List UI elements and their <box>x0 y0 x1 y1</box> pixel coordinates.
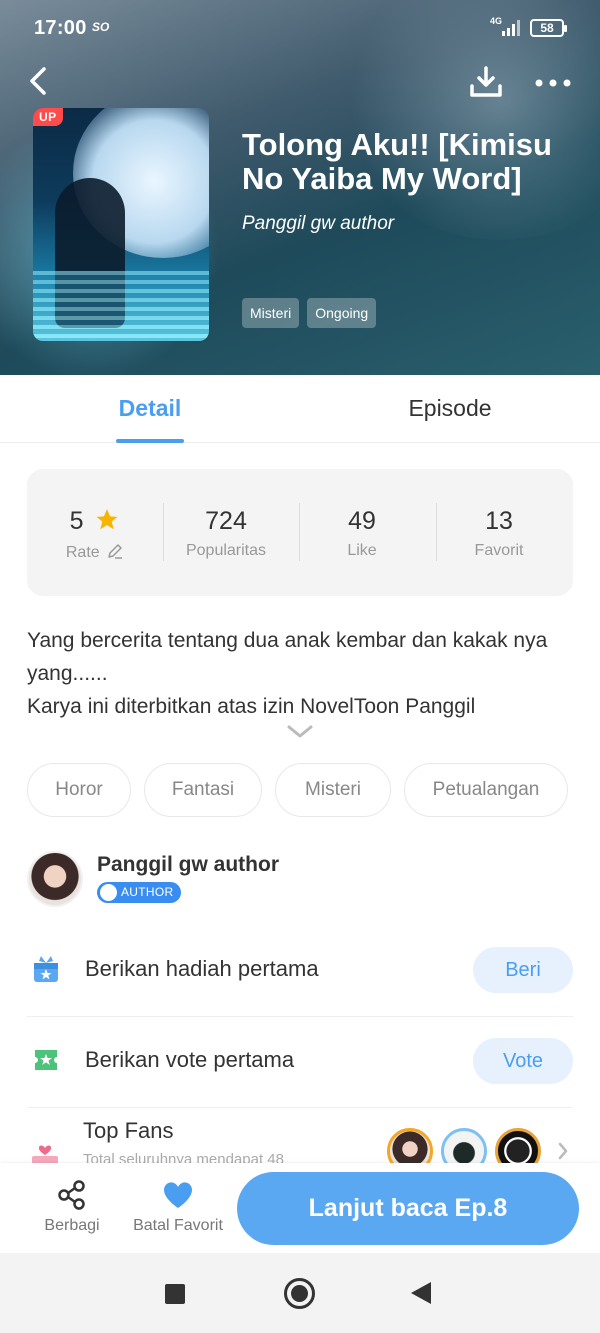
book-title: Tolong Aku!! [Kimisu No Yaiba My Word] <box>242 127 552 196</box>
genre-chips: Misteri Ongoing <box>242 298 377 328</box>
fans-heart-icon <box>32 1145 58 1166</box>
stat-rate-label-row: Rate <box>27 542 163 562</box>
heart-icon <box>164 1182 192 1208</box>
stat-popularity-value: 724 <box>205 507 247 535</box>
home-icon[interactable] <box>284 1278 315 1309</box>
vote-row: Berikan vote pertama Vote <box>27 1017 573 1107</box>
gift-row: Berikan hadiah pertama Beri <box>27 926 573 1016</box>
battery-icon: 58 <box>530 19 567 37</box>
author-badge-icon <box>100 884 117 901</box>
expand-chevron-icon[interactable] <box>286 723 314 741</box>
tag-chip[interactable]: Horor <box>27 763 131 817</box>
stat-rate-label: Rate <box>65 544 100 561</box>
system-back-icon[interactable] <box>411 1282 431 1304</box>
edit-pencil-icon[interactable] <box>106 542 124 560</box>
divider <box>27 1107 573 1108</box>
tab-detail[interactable]: Detail <box>100 375 200 443</box>
continue-reading-button[interactable]: Lanjut baca Ep.8 <box>237 1172 579 1245</box>
system-nav-bar <box>0 1253 600 1333</box>
tag-chip[interactable]: Fantasi <box>144 763 262 817</box>
vote-ticket-icon <box>35 1050 57 1070</box>
tag-chip[interactable]: Misteri <box>275 763 391 817</box>
book-header: 17:00 SO 4G 58 UP Tolong Aku!! [Kimisu N… <box>0 0 600 375</box>
vote-text: Berikan vote pertama <box>85 1047 295 1072</box>
unfavorite-label: Batal Favorit <box>133 1217 223 1234</box>
tag-chip[interactable]: Petualangan <box>404 763 568 817</box>
cover-art-water <box>33 271 209 341</box>
stat-like-label: Like <box>347 542 377 559</box>
share-icon <box>58 1180 85 1210</box>
star-icon <box>97 509 118 530</box>
unfavorite-button[interactable]: Batal Favorit <box>128 1163 228 1253</box>
author-avatar[interactable] <box>27 851 83 907</box>
stat-favorite-value: 13 <box>485 507 513 535</box>
recent-apps-icon[interactable] <box>165 1284 185 1304</box>
give-gift-button[interactable]: Beri <box>473 947 573 993</box>
stat-popularity: 724 Popularitas <box>158 469 294 596</box>
stat-popularity-label: Popularitas <box>185 542 267 559</box>
top-fans-title[interactable]: Top Fans <box>83 1118 174 1144</box>
status-carrier-tag: SO <box>92 20 110 34</box>
bottom-action-bar: Berbagi Batal Favorit Lanjut baca Ep.8 <box>0 1163 600 1253</box>
book-author[interactable]: Panggil gw author <box>242 213 394 235</box>
stat-rate-value-row: 5 <box>27 507 163 536</box>
stat-favorite: 13 Favorit <box>431 469 567 596</box>
tab-bar: Detail Episode <box>0 375 600 443</box>
stat-like: 49 Like <box>294 469 430 596</box>
genre-chip: Misteri <box>242 298 300 328</box>
stats-panel: 5 Rate 724 Popularitas 49 Like 13 Favori… <box>27 469 573 596</box>
stat-rate[interactable]: 5 Rate <box>27 469 163 596</box>
stat-favorite-label: Favorit <box>474 542 524 559</box>
stat-like-value: 49 <box>348 507 376 535</box>
gift-icon <box>34 956 58 982</box>
download-icon[interactable] <box>468 64 504 100</box>
update-badge: UP <box>33 108 63 126</box>
share-button[interactable]: Berbagi <box>36 1163 108 1253</box>
back-arrow-icon[interactable] <box>24 64 56 98</box>
stat-rate-value: 5 <box>69 507 84 535</box>
license-text: Karya ini diterbitkan atas izin NovelToo… <box>27 695 476 718</box>
status-chip: Ongoing <box>307 298 377 328</box>
status-bar: 17:00 SO 4G 58 <box>0 0 600 56</box>
book-cover[interactable] <box>33 108 209 341</box>
more-options-icon[interactable] <box>532 70 574 96</box>
share-label: Berbagi <box>44 1217 100 1234</box>
author-badge-label: AUTHOR <box>121 885 174 899</box>
author-badge: AUTHOR <box>97 882 182 903</box>
chevron-right-icon[interactable] <box>556 1140 570 1162</box>
signal-icon <box>502 20 520 36</box>
tab-episode[interactable]: Episode <box>390 375 510 441</box>
synopsis-text: Yang bercerita tentang dua anak kembar d… <box>27 629 548 685</box>
vote-button[interactable]: Vote <box>473 1038 573 1084</box>
gift-text: Berikan hadiah pertama <box>85 956 319 981</box>
status-time: 17:00 <box>34 17 87 39</box>
author-name[interactable]: Panggil gw author <box>97 853 279 877</box>
